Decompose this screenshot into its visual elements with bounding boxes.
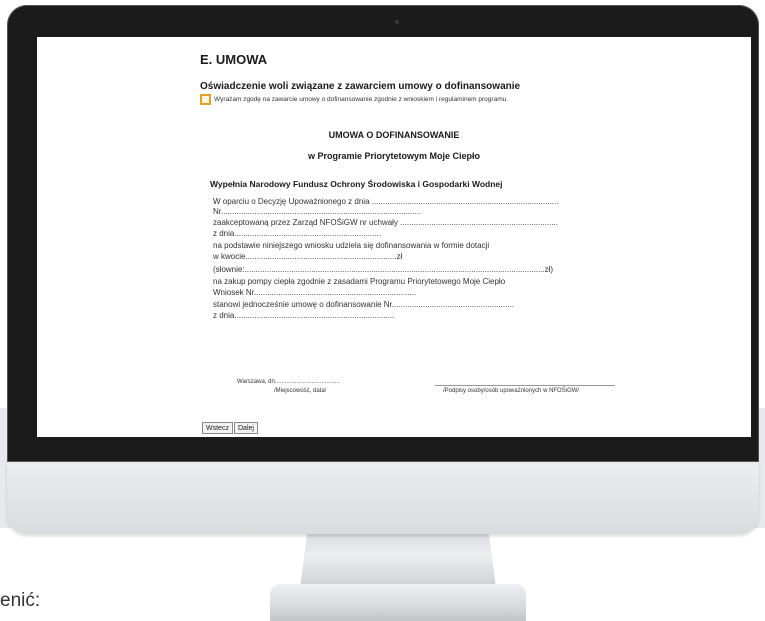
contract-line: z dnia..................................… bbox=[213, 311, 395, 320]
contract-line: Wniosek Nr..............................… bbox=[213, 288, 417, 297]
contract-line: (słownie:...............................… bbox=[213, 265, 554, 274]
monitor-screen: E. UMOWA Oświadczenie woli związane z za… bbox=[37, 37, 751, 437]
consent-label: Wyrażam zgodę na zawarcie umowy o dofina… bbox=[214, 96, 509, 103]
form-page: E. UMOWA Oświadczenie woli związane z za… bbox=[37, 37, 751, 437]
declaration-heading: Oświadczenie woli związane z zawarciem u… bbox=[200, 81, 521, 92]
contract-line: na zakup pompy ciepła zgodnie z zasadami… bbox=[213, 277, 506, 286]
signatures-caption: /Podpisy osoby/osób upoważnionych w NFOŚ… bbox=[443, 388, 580, 394]
contract-line: z dnia..................................… bbox=[213, 229, 382, 238]
filled-by-heading: Wypełnia Narodowy Fundusz Ochrony Środow… bbox=[210, 179, 503, 189]
monitor-stand-neck bbox=[300, 528, 496, 588]
contract-line: w kwocie................................… bbox=[213, 252, 403, 261]
contract-title: UMOWA O DOFINANSOWANIE bbox=[328, 130, 460, 140]
contract-line: W oparciu o Decyzję Upoważnionego z dnia… bbox=[213, 197, 559, 206]
next-button[interactable]: Dalej bbox=[234, 422, 258, 434]
contract-line: na podstawie niniejszego wniosku udziela… bbox=[213, 241, 490, 250]
consent-checkbox[interactable] bbox=[200, 94, 211, 105]
back-button[interactable]: Wstecz bbox=[202, 422, 233, 434]
contract-subtitle: w Programie Priorytetowym Moje Ciepło bbox=[307, 151, 481, 161]
monitor-stand-base bbox=[270, 584, 526, 621]
contract-line: zaakceptowaną przez Zarząd NFOŚiGW nr uc… bbox=[213, 218, 558, 227]
section-title: E. UMOWA bbox=[200, 52, 268, 67]
page-caption: enić: bbox=[0, 590, 41, 611]
monitor-chin bbox=[7, 462, 759, 534]
place-date-caption: /Miejscowość, data/ bbox=[274, 388, 327, 394]
consent-row: Wyrażam zgodę na zawarcie umowy o dofina… bbox=[200, 94, 508, 105]
place-date-field: Warszawa, dn............................… bbox=[237, 379, 340, 385]
contract-line: stanowi jednocześnie umowę o dofinansowa… bbox=[213, 300, 515, 309]
camera-icon bbox=[395, 20, 399, 24]
contract-line: Nr......................................… bbox=[213, 207, 422, 216]
signature-line bbox=[435, 385, 615, 386]
